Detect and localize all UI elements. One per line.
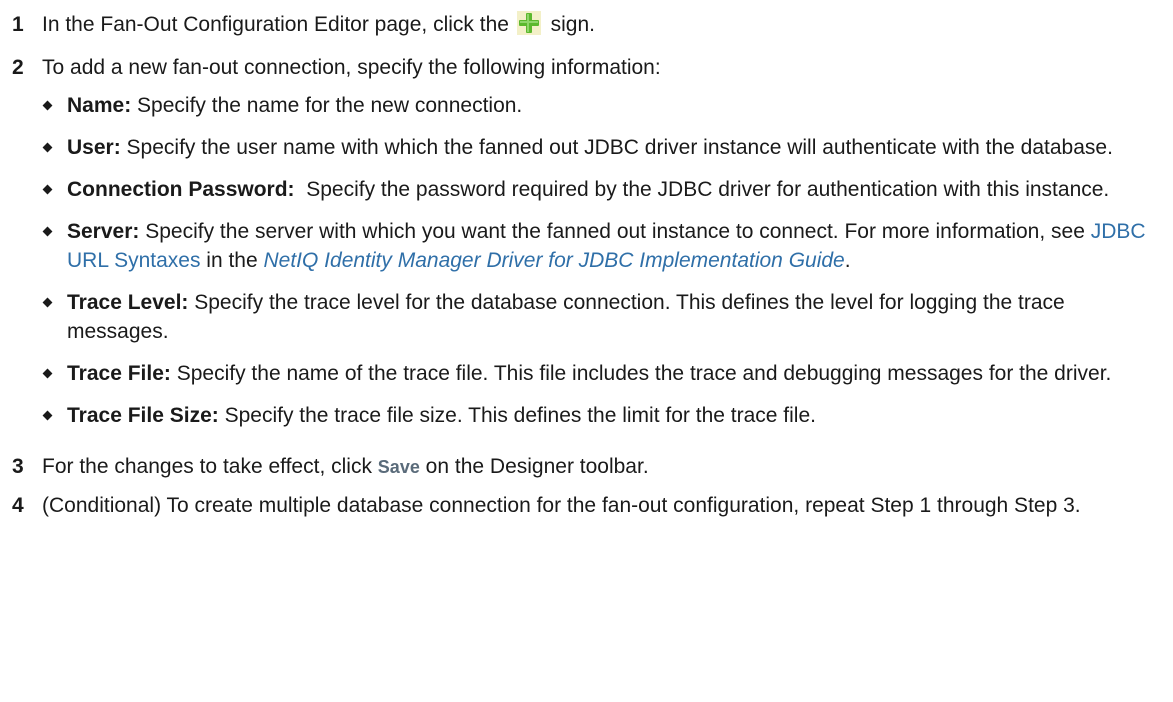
step-body: (Conditional) To create multiple databas… xyxy=(42,491,1163,521)
list-item-trace-file: Trace File: Specify the name of the trac… xyxy=(42,359,1163,388)
step-text: To add a new fan-out connection, specify… xyxy=(42,56,661,79)
step-number: 3 xyxy=(12,455,24,478)
field-term: Server: xyxy=(67,220,140,243)
field-description-end: . xyxy=(844,249,851,272)
diamond-bullet-icon xyxy=(42,410,53,421)
list-item-trace-file-size: Trace File Size: Specify the trace file … xyxy=(42,401,1163,430)
field-description: Specify the trace file size. This define… xyxy=(218,404,816,427)
diamond-bullet-icon xyxy=(42,226,53,237)
field-term: Trace Level: xyxy=(67,291,189,314)
implementation-guide-link[interactable]: NetIQ Identity Manager Driver for JDBC I… xyxy=(264,249,845,272)
field-description: Specify the user name with which the fan… xyxy=(120,136,1113,159)
field-term: Connection Password: xyxy=(67,178,295,201)
field-term: Trace File: xyxy=(67,362,171,385)
document-body: 1 In the Fan-Out Configuration Editor pa… xyxy=(0,0,1173,521)
save-ui-label: Save xyxy=(377,457,420,477)
field-list: Name: Specify the name for the new conne… xyxy=(42,91,1163,430)
field-description: Specify the name of the trace file. This… xyxy=(170,362,1112,385)
list-item-server: Server: Specify the server with which yo… xyxy=(42,217,1163,275)
list-item-user: User: Specify the user name with which t… xyxy=(42,133,1163,162)
step-text: (Conditional) To create multiple databas… xyxy=(42,494,1081,517)
field-description: Specify the password required by the JDB… xyxy=(294,178,1110,201)
step-4: 4 (Conditional) To create multiple datab… xyxy=(12,491,1163,521)
step-number: 2 xyxy=(12,56,24,79)
step-number: 1 xyxy=(12,13,24,36)
diamond-bullet-icon xyxy=(42,297,53,308)
diamond-bullet-icon xyxy=(42,100,53,111)
field-description-mid: in the xyxy=(200,249,264,272)
step-text-before: In the Fan-Out Configuration Editor page… xyxy=(42,13,509,36)
diamond-bullet-icon xyxy=(42,142,53,153)
step-body: To add a new fan-out connection, specify… xyxy=(42,53,1163,443)
field-term: Trace File Size: xyxy=(67,404,219,427)
list-item-connection-password: Connection Password: Specify the passwor… xyxy=(42,175,1163,204)
field-term: User: xyxy=(67,136,121,159)
step-1: 1 In the Fan-Out Configuration Editor pa… xyxy=(12,10,1163,44)
step-body: In the Fan-Out Configuration Editor page… xyxy=(42,10,1163,44)
field-description: Specify the server with which you want t… xyxy=(139,220,1091,243)
diamond-bullet-icon xyxy=(42,368,53,379)
step-2: 2 To add a new fan-out connection, speci… xyxy=(12,53,1163,443)
field-description: Specify the name for the new connection. xyxy=(131,94,523,117)
list-item-name: Name: Specify the name for the new conne… xyxy=(42,91,1163,120)
step-text-before: For the changes to take effect, click xyxy=(42,455,378,478)
plus-icon xyxy=(516,11,541,44)
list-item-trace-level: Trace Level: Specify the trace level for… xyxy=(42,288,1163,346)
step-body: For the changes to take effect, click Sa… xyxy=(42,452,1163,482)
step-number: 4 xyxy=(12,494,24,517)
field-term: Name: xyxy=(67,94,132,117)
step-text-after: on the Designer toolbar. xyxy=(419,455,649,478)
step-3: 3 For the changes to take effect, click … xyxy=(12,452,1163,482)
field-description: Specify the trace level for the database… xyxy=(67,291,1065,343)
diamond-bullet-icon xyxy=(42,184,53,195)
step-text: In the Fan-Out Configuration Editor page… xyxy=(42,11,595,36)
step-text-after: sign. xyxy=(550,13,595,36)
